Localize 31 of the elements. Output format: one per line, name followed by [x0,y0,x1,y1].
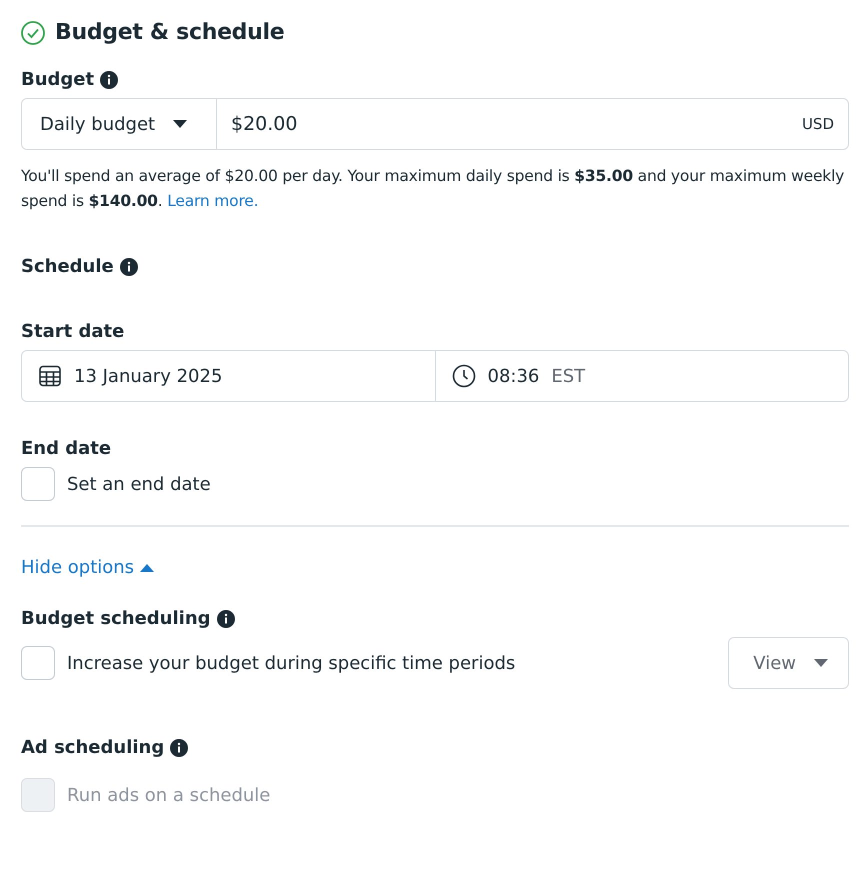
calendar-icon [38,364,62,388]
field-label: Budget scheduling [21,608,211,629]
date-value[interactable]: 13 January 2025 [74,366,222,386]
budget-type-dropdown[interactable]: Daily budget [22,99,217,149]
checkbox[interactable] [21,467,55,501]
budget-help-text: You'll spend an average of $20.00 per day. Your maximum daily spend is $35.00 and your maximum weekly spend is $140.00. Learn more. [21,166,846,212]
section-title: Budget & schedule [55,20,284,45]
hide-options-link[interactable]: Hide options [21,557,154,578]
currency-label: USD [802,115,834,133]
checkbox-label: Increase your budget during specific time periods [67,652,516,674]
field-label: End date [21,438,112,459]
field-label: Schedule [21,256,114,277]
caret-icon [814,659,828,667]
info-icon [100,70,118,88]
checkbox-label: Run ads on a schedule [67,784,270,806]
amount-value[interactable]: $20.00 [231,113,802,135]
field-label: Budget [21,69,94,90]
checkbox-label: Set an end date [67,474,211,494]
learn-more-link[interactable]: Learn more. [167,192,258,210]
info-icon [120,258,138,276]
info-icon [216,610,235,628]
caret-icon [140,564,154,572]
checkbox[interactable] [21,646,55,680]
info-icon [170,738,188,756]
field-label: Start date [21,321,124,342]
caret-icon [173,120,188,128]
view-dropdown[interactable]: View [728,637,849,689]
time-value[interactable]: 08:36 [488,366,540,386]
field-label: Ad scheduling [21,737,164,758]
clock-icon [452,364,476,388]
timezone-label: EST [551,366,586,386]
